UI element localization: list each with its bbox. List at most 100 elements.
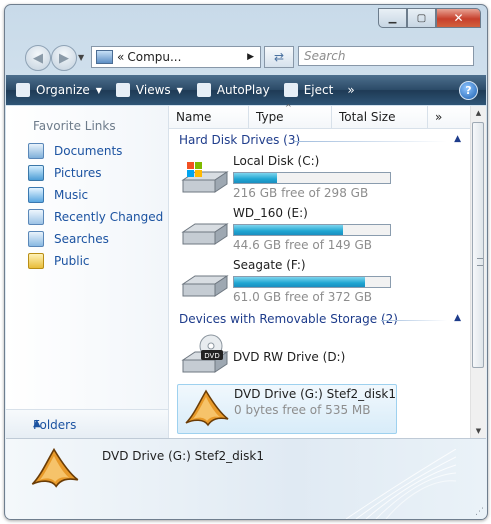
grip-icon [477, 258, 483, 266]
minimize-button[interactable]: ▁ [378, 8, 407, 28]
star-trek-badge-large-icon [31, 447, 79, 488]
autoplay-label: AutoPlay [216, 83, 270, 97]
drive-usage-fill [234, 173, 277, 183]
content-area: Favorite Links Documents Pictures Music … [6, 103, 486, 439]
nav-item-documents[interactable]: Documents [28, 143, 122, 159]
close-button[interactable]: ✕ [436, 8, 481, 28]
drive-free-space: 216 GB free of 298 GB [233, 186, 369, 200]
computer-icon [96, 50, 113, 64]
scroll-down-icon[interactable]: ▼ [471, 424, 486, 438]
drive-name: Seagate (F:) [233, 258, 306, 272]
nav-item-pictures[interactable]: Pictures [28, 165, 102, 181]
organize-button[interactable]: Organize ▼ [16, 78, 102, 102]
forward-button[interactable]: ▶ [51, 45, 77, 71]
help-icon[interactable]: ? [459, 81, 478, 100]
drive-usage-bar [233, 224, 391, 236]
chevron-up-icon: ▲ [33, 418, 41, 429]
crumb-arrow-icon[interactable]: ▶ [247, 52, 254, 62]
back-button[interactable]: ◀ [25, 45, 51, 71]
address-crumb-prefix: « [117, 50, 125, 64]
folders-bar[interactable]: Folders ▲ [6, 409, 168, 439]
dvd-rw-drive-icon: DVD [181, 334, 229, 373]
favorite-links-title: Favorite Links [33, 119, 116, 133]
address-bar[interactable]: « Compu... ▶ [91, 46, 261, 68]
drive-item-c[interactable]: Local Disk (C:) 216 GB free of 298 GB [177, 152, 397, 200]
recent-pages-dropdown[interactable]: ▼ [78, 53, 84, 62]
column-overflow[interactable]: » [428, 106, 458, 128]
group-divider [381, 320, 447, 321]
resize-grip-icon[interactable]: ⋰ [475, 507, 484, 517]
nav-item-label: Recently Changed [54, 210, 164, 224]
column-name[interactable]: Name [169, 106, 249, 128]
hard-disk-icon [181, 223, 229, 245]
nav-item-label: Music [54, 188, 89, 202]
views-icon [115, 83, 130, 97]
drive-item-e[interactable]: WD_160 (E:) 44.6 GB free of 149 GB [177, 204, 397, 252]
views-button[interactable]: Views ▼ [115, 78, 183, 102]
drive-free-space: 0 bytes free of 535 MB [234, 403, 371, 417]
public-icon [28, 253, 44, 269]
collapse-group-icon[interactable]: ▲ [454, 134, 461, 144]
address-crumb[interactable]: Compu... [127, 50, 181, 64]
details-title: DVD Drive (G:) Stef2_disk1 [102, 449, 264, 463]
eject-label: Eject [303, 83, 334, 97]
drive-item-d[interactable]: DVD DVD RW Drive (D:) [177, 332, 397, 380]
scroll-up-icon[interactable]: ▲ [471, 106, 486, 120]
chevron-down-icon: ▼ [95, 85, 102, 95]
caption-buttons: ▁ ▢ ✕ [378, 8, 481, 28]
nav-item-label: Documents [54, 144, 123, 158]
vertical-scrollbar[interactable]: ▲ ▼ [470, 106, 486, 438]
drive-item-f[interactable]: Seagate (F:) 61.0 GB free of 372 GB [177, 256, 397, 304]
forward-arrow-icon: ▶ [59, 50, 69, 66]
back-arrow-icon: ◀ [33, 50, 43, 66]
drive-item-g[interactable]: DVD Drive (G:) Stef2_disk1 0 bytes free … [177, 384, 397, 434]
hard-disk-windows-icon [181, 162, 229, 193]
drive-free-space: 61.0 GB free of 372 GB [233, 290, 372, 304]
chevron-down-icon: ▼ [176, 85, 183, 95]
svg-text:DVD: DVD [204, 352, 219, 360]
command-bar: Organize ▼ Views ▼ AutoPlay Eject » ? [6, 75, 486, 105]
recently-changed-icon [28, 209, 44, 225]
refresh-button[interactable]: ⇄ [264, 46, 294, 68]
nav-item-searches[interactable]: Searches [28, 231, 109, 247]
music-icon [28, 187, 44, 203]
maximize-button[interactable]: ▢ [407, 8, 436, 28]
collapse-group-icon[interactable]: ▲ [454, 313, 461, 323]
navigation-pane: Favorite Links Documents Pictures Music … [6, 106, 169, 439]
search-input[interactable]: Search [298, 46, 474, 66]
group-hard-disk-drives[interactable]: Hard Disk Drives (3) [179, 133, 300, 147]
hard-disk-icon [181, 275, 229, 297]
explorer-window: ▁ ▢ ✕ ◀ ▶ ▼ « Compu... ▶ ⇄ Search Organi… [4, 4, 488, 520]
nav-item-label: Searches [54, 232, 109, 246]
column-type-label: Type [256, 110, 284, 124]
eject-icon [283, 83, 298, 97]
organize-label: Organize [36, 83, 90, 97]
nav-item-label: Pictures [54, 166, 102, 180]
autoplay-button[interactable]: AutoPlay [196, 78, 270, 102]
drive-name: DVD RW Drive (D:) [233, 350, 346, 364]
details-pane: DVD Drive (G:) Stef2_disk1 ⋰ [6, 438, 486, 519]
nav-item-music[interactable]: Music [28, 187, 88, 203]
eject-button[interactable]: Eject [283, 78, 334, 102]
file-list: Name Type ^ Total Size » Hard Disk Drive… [169, 103, 471, 438]
drive-usage-fill [234, 277, 366, 287]
drive-usage-bar [233, 276, 391, 288]
column-header-row: Name Type ^ Total Size » [169, 103, 471, 129]
drive-free-space: 44.6 GB free of 149 GB [233, 238, 372, 252]
column-total-size[interactable]: Total Size [332, 106, 428, 128]
column-type[interactable]: Type ^ [249, 103, 332, 128]
group-divider [294, 141, 447, 142]
toolbar-overflow-button[interactable]: » [347, 78, 354, 102]
searches-icon [28, 231, 44, 247]
star-trek-badge-icon [185, 389, 229, 427]
pictures-icon [28, 165, 44, 181]
scrollbar-thumb[interactable] [472, 122, 484, 368]
autoplay-icon [196, 83, 211, 97]
views-label: Views [135, 83, 171, 97]
refresh-icon: ⇄ [273, 50, 285, 64]
group-removable-storage[interactable]: Devices with Removable Storage (2) [179, 312, 398, 326]
nav-item-public[interactable]: Public [28, 253, 90, 269]
address-row: ◀ ▶ ▼ « Compu... ▶ ⇄ Search [5, 41, 487, 71]
sort-arrow-icon: ^ [285, 103, 292, 112]
nav-item-recently-changed[interactable]: Recently Changed [28, 209, 163, 225]
